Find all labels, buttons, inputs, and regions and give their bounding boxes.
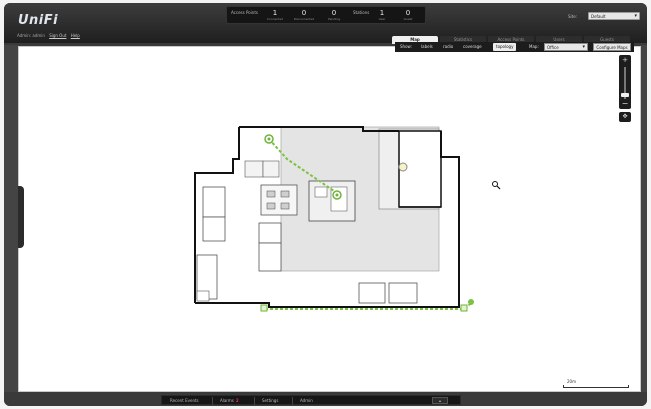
zoom-slider-handle[interactable] xyxy=(621,93,629,97)
room-bottom-2 xyxy=(388,282,418,304)
stat-number: 0 xyxy=(405,9,411,17)
access-point-icon[interactable] xyxy=(468,299,474,305)
alarms-count-badge: 2 xyxy=(235,398,239,403)
site-label: Site: xyxy=(568,14,578,19)
stat-connected[interactable]: 1 Connected xyxy=(260,9,290,22)
divider xyxy=(254,397,255,405)
map-dropdown[interactable]: Office xyxy=(544,43,588,51)
alarms-button[interactable]: Alarms 2 xyxy=(220,398,239,403)
settings-button[interactable]: Settings xyxy=(262,398,278,403)
access-point-icon[interactable] xyxy=(264,134,274,144)
room-corner xyxy=(196,290,210,302)
access-point-icon[interactable] xyxy=(332,190,342,200)
help-link[interactable]: Help xyxy=(71,33,80,38)
map-canvas[interactable] xyxy=(18,46,641,392)
divider xyxy=(292,397,293,405)
status-panel: Access Points 1 Connected 0 Disconnected… xyxy=(226,6,426,24)
alarms-label: Alarms xyxy=(220,398,234,403)
room-mid-2 xyxy=(258,242,282,272)
toggle-coverage[interactable]: coverage xyxy=(463,43,482,51)
desk xyxy=(266,202,276,210)
stat-pending[interactable]: 0 Pending xyxy=(319,9,349,22)
zoom-out-button[interactable]: − xyxy=(619,100,631,108)
access-point-icon[interactable] xyxy=(260,304,268,312)
zoom-in-button[interactable]: + xyxy=(619,56,631,64)
toggle-topology[interactable]: topology xyxy=(493,43,517,51)
recent-events-button[interactable]: Recent Events xyxy=(170,398,199,403)
zoom-control: + − xyxy=(619,55,631,109)
left-edge xyxy=(4,45,18,393)
stat-disconnected[interactable]: 0 Disconnected xyxy=(289,9,319,22)
site-dropdown[interactable]: Default xyxy=(588,12,640,20)
stat-label: Pending xyxy=(328,17,340,21)
toggle-labels[interactable]: labels xyxy=(421,43,433,51)
stat-label: Disconnected xyxy=(293,17,315,21)
stat-label: Guest xyxy=(403,17,413,21)
magnifier-cursor-icon xyxy=(492,181,501,190)
configure-maps-button[interactable]: Configure Maps xyxy=(593,43,631,51)
show-label: Show: xyxy=(400,44,412,49)
access-points-title: Access Points xyxy=(231,10,258,15)
room-left-2 xyxy=(202,216,226,242)
room-small-1 xyxy=(244,160,264,178)
toggle-radio[interactable]: radio xyxy=(443,43,453,51)
room-left-1 xyxy=(202,186,226,218)
admin-name: Admin: admin xyxy=(17,33,45,38)
desk xyxy=(280,202,290,210)
room-bottom-1 xyxy=(358,282,386,304)
expand-panel-button[interactable]: ▴ xyxy=(432,397,448,404)
access-point-icon[interactable] xyxy=(460,304,468,312)
map-toolbar: Show: labels radio coverage topology Map… xyxy=(395,42,634,52)
map-label: Map: xyxy=(529,44,539,49)
sign-out-link[interactable]: Sign Out xyxy=(49,33,66,38)
scale-bar xyxy=(563,385,629,388)
stat-number: 0 xyxy=(301,9,307,17)
desk xyxy=(280,190,290,198)
conference-room xyxy=(260,184,298,216)
stair xyxy=(314,186,328,198)
unifi-controller-window: UniFi Admin: admin Sign Out Help Access … xyxy=(0,0,651,409)
floor-plan xyxy=(194,126,501,312)
wall-right xyxy=(440,131,460,303)
unifi-logo: UniFi xyxy=(18,13,59,28)
divider xyxy=(212,397,213,405)
stat-number: 1 xyxy=(272,9,278,17)
room-mid-1 xyxy=(258,222,282,244)
desk xyxy=(266,190,276,198)
collapse-sidebar-tab[interactable] xyxy=(18,186,24,248)
wall-bottom xyxy=(195,302,460,308)
stat-guest[interactable]: 0 Guest xyxy=(393,9,423,22)
bottom-status-panel: Recent Events Alarms 2 Settings Admin ▴ xyxy=(161,395,461,405)
stat-label: Connected xyxy=(266,17,284,21)
move-icon[interactable]: ✥ xyxy=(619,112,631,122)
access-point-icon[interactable] xyxy=(398,162,408,172)
user-line: Admin: admin Sign Out Help xyxy=(17,33,83,38)
admin-button[interactable]: Admin xyxy=(300,398,313,403)
stat-number: 0 xyxy=(331,9,337,17)
scale-label: 20m xyxy=(567,379,576,384)
room-small-2 xyxy=(262,160,280,178)
